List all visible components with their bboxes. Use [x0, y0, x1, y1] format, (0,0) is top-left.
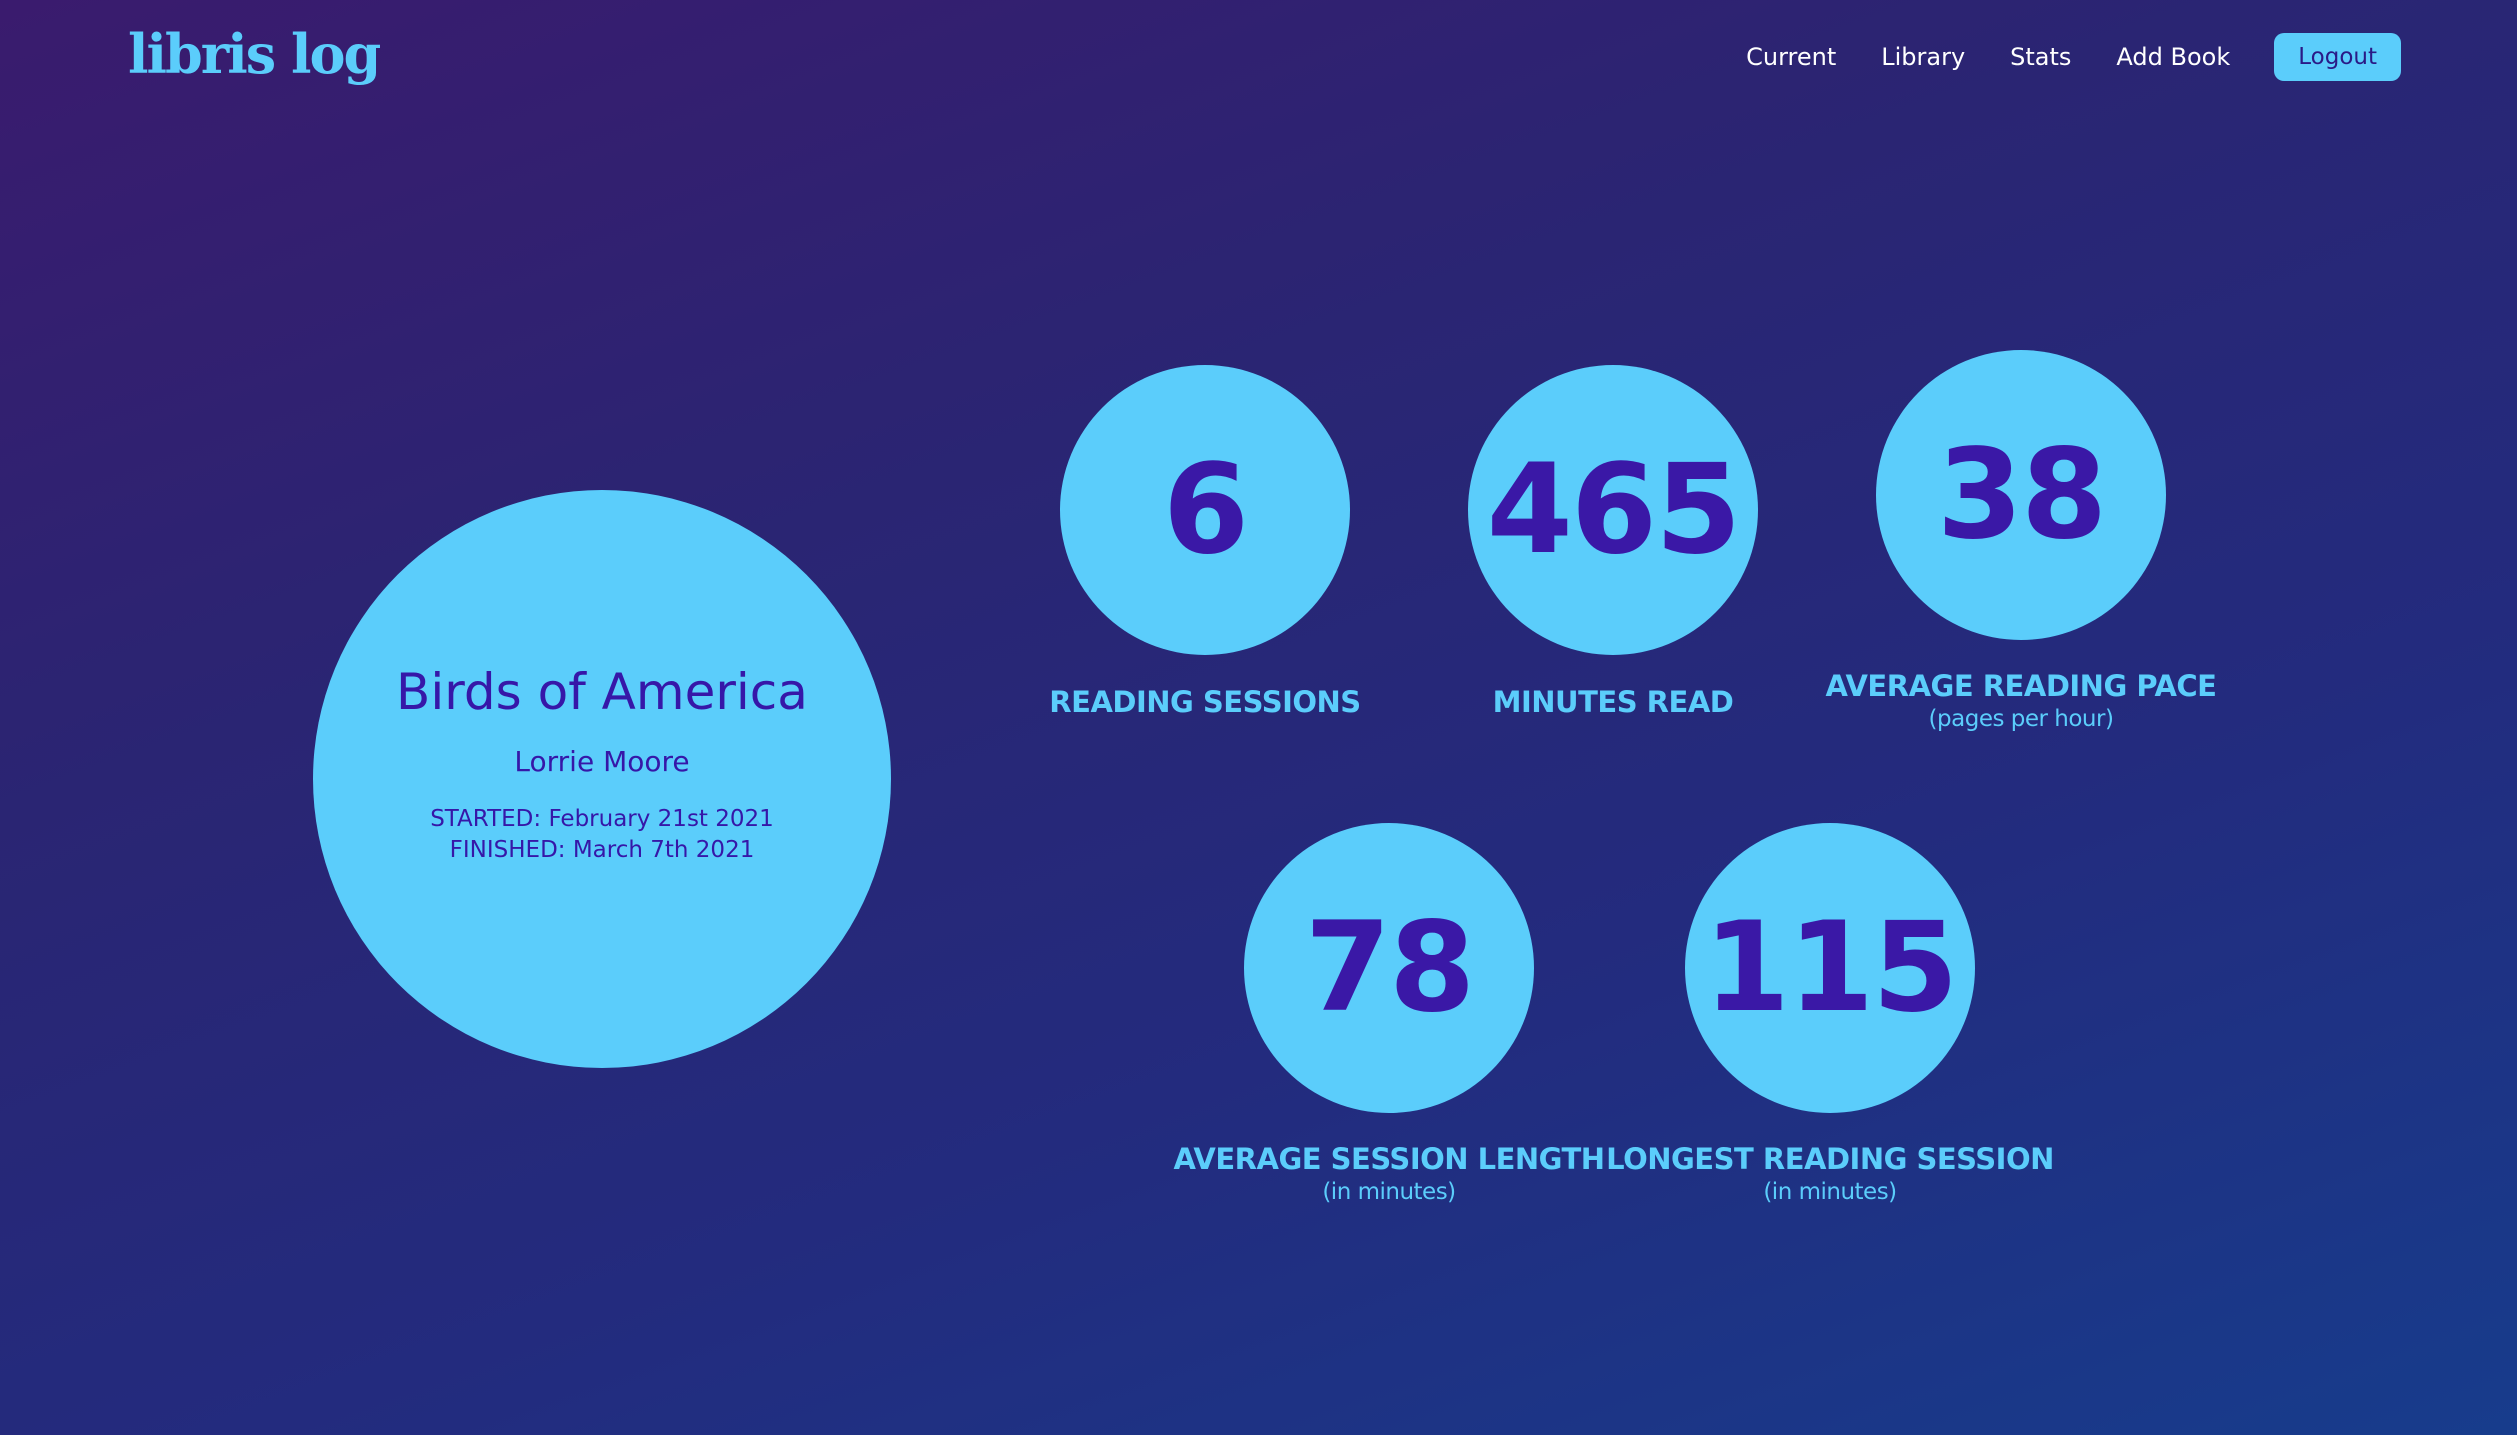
app-logo[interactable]: libris log [128, 22, 381, 86]
average-session-length-value: 78 [1304, 896, 1476, 1040]
minutes-read-value: 465 [1486, 438, 1742, 582]
minutes-read-label-text: MINUTES READ [1492, 685, 1734, 719]
nav-current[interactable]: Current [1746, 43, 1836, 71]
logout-button[interactable]: Logout [2274, 33, 2401, 81]
average-reading-pace-label: AVERAGE READING PACE (pages per hour) [1771, 669, 2271, 732]
average-reading-pace-value: 38 [1936, 423, 2108, 567]
nav-stats[interactable]: Stats [2010, 43, 2071, 71]
average-session-length-circle: 78 [1244, 823, 1534, 1113]
reading-sessions-circle: 6 [1060, 365, 1350, 655]
book-summary-circle: Birds of America Lorrie Moore STARTED: F… [313, 490, 891, 1068]
book-dates: STARTED: February 21st 2021 FINISHED: Ma… [430, 804, 774, 866]
nav-library[interactable]: Library [1881, 43, 1965, 71]
reading-sessions-value: 6 [1162, 438, 1249, 582]
book-title: Birds of America [396, 662, 808, 721]
average-session-length-label-text: AVERAGE SESSION LENGTH [1173, 1142, 1605, 1176]
average-reading-pace-label-text: AVERAGE READING PACE [1825, 669, 2217, 703]
average-session-length-unit: (in minutes) [1322, 1179, 1456, 1205]
average-session-length-label: AVERAGE SESSION LENGTH (in minutes) [1139, 1142, 1639, 1205]
minutes-read-circle: 465 [1468, 365, 1758, 655]
longest-reading-session-unit: (in minutes) [1763, 1179, 1897, 1205]
average-reading-pace-unit: (pages per hour) [1928, 706, 2114, 732]
longest-reading-session-value: 115 [1703, 896, 1959, 1040]
longest-reading-session-label: LONGEST READING SESSION (in minutes) [1580, 1142, 2080, 1205]
top-nav: Current Library Stats Add Book Logout [1746, 33, 2401, 81]
average-reading-pace-circle: 38 [1876, 350, 2166, 640]
book-author: Lorrie Moore [514, 744, 690, 778]
longest-reading-session-circle: 115 [1685, 823, 1975, 1113]
book-started-date: STARTED: February 21st 2021 [430, 805, 774, 832]
book-finished-date: FINISHED: March 7th 2021 [449, 836, 755, 863]
reading-sessions-label-text: READING SESSIONS [1049, 685, 1361, 719]
nav-add-book[interactable]: Add Book [2116, 43, 2230, 71]
longest-reading-session-label-text: LONGEST READING SESSION [1606, 1142, 2054, 1176]
